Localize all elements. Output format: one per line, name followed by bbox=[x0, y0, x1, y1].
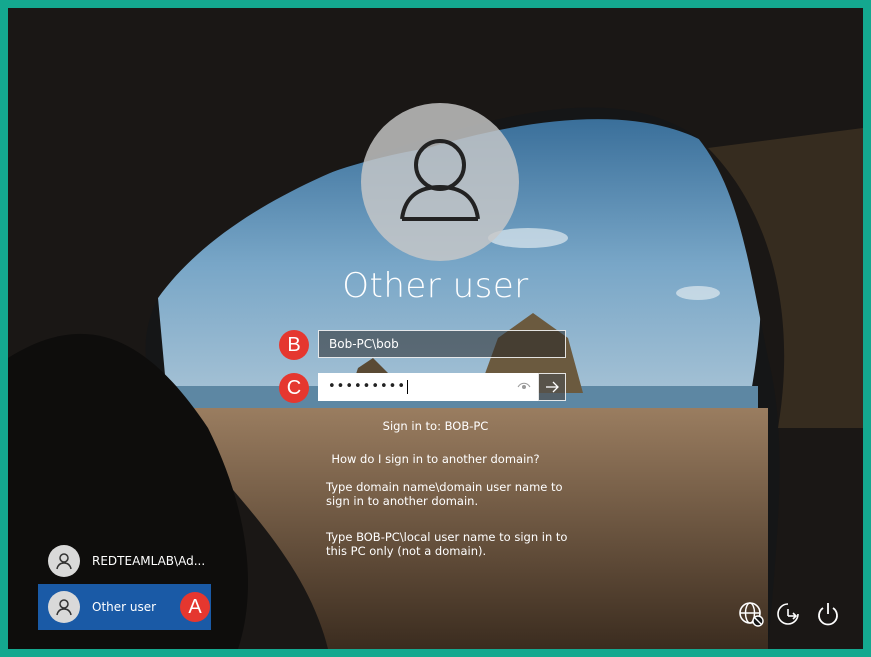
ease-of-access-icon[interactable] bbox=[774, 600, 802, 628]
local-help-text: Type BOB-PC\local user name to sign in t… bbox=[326, 530, 568, 558]
power-icon[interactable] bbox=[814, 600, 842, 628]
user-tile-redteamlab[interactable]: REDTEAMLAB\Ad... bbox=[38, 538, 211, 584]
user-tile-label: Other user bbox=[92, 600, 157, 614]
marker-b: B bbox=[279, 330, 309, 360]
marker-a: A bbox=[180, 592, 210, 622]
submit-button[interactable] bbox=[538, 373, 566, 401]
eye-icon[interactable] bbox=[516, 378, 532, 394]
password-value: ••••••••• bbox=[328, 379, 407, 394]
username-input[interactable]: Bob-PC\bob bbox=[318, 330, 566, 358]
arrow-right-icon bbox=[546, 381, 559, 393]
lock-screen: Other user B Bob-PC\bob C ••••••••• Sign… bbox=[8, 8, 863, 649]
text-caret bbox=[407, 379, 409, 394]
sign-in-to-label: Sign in to: BOB-PC bbox=[382, 419, 489, 433]
user-avatar-icon bbox=[48, 591, 80, 623]
domain-help-text: Type domain name\domain user name to sig… bbox=[326, 480, 563, 508]
user-avatar-icon bbox=[48, 545, 80, 577]
network-icon[interactable] bbox=[737, 600, 765, 628]
account-title: Other user bbox=[342, 266, 529, 306]
user-avatar-icon bbox=[400, 139, 480, 221]
password-input[interactable]: ••••••••• bbox=[318, 373, 538, 401]
marker-c: C bbox=[279, 373, 309, 403]
user-tile-label: REDTEAMLAB\Ad... bbox=[92, 554, 206, 568]
domain-help-link[interactable]: How do I sign in to another domain? bbox=[8, 452, 863, 466]
user-avatar-large bbox=[361, 103, 519, 261]
